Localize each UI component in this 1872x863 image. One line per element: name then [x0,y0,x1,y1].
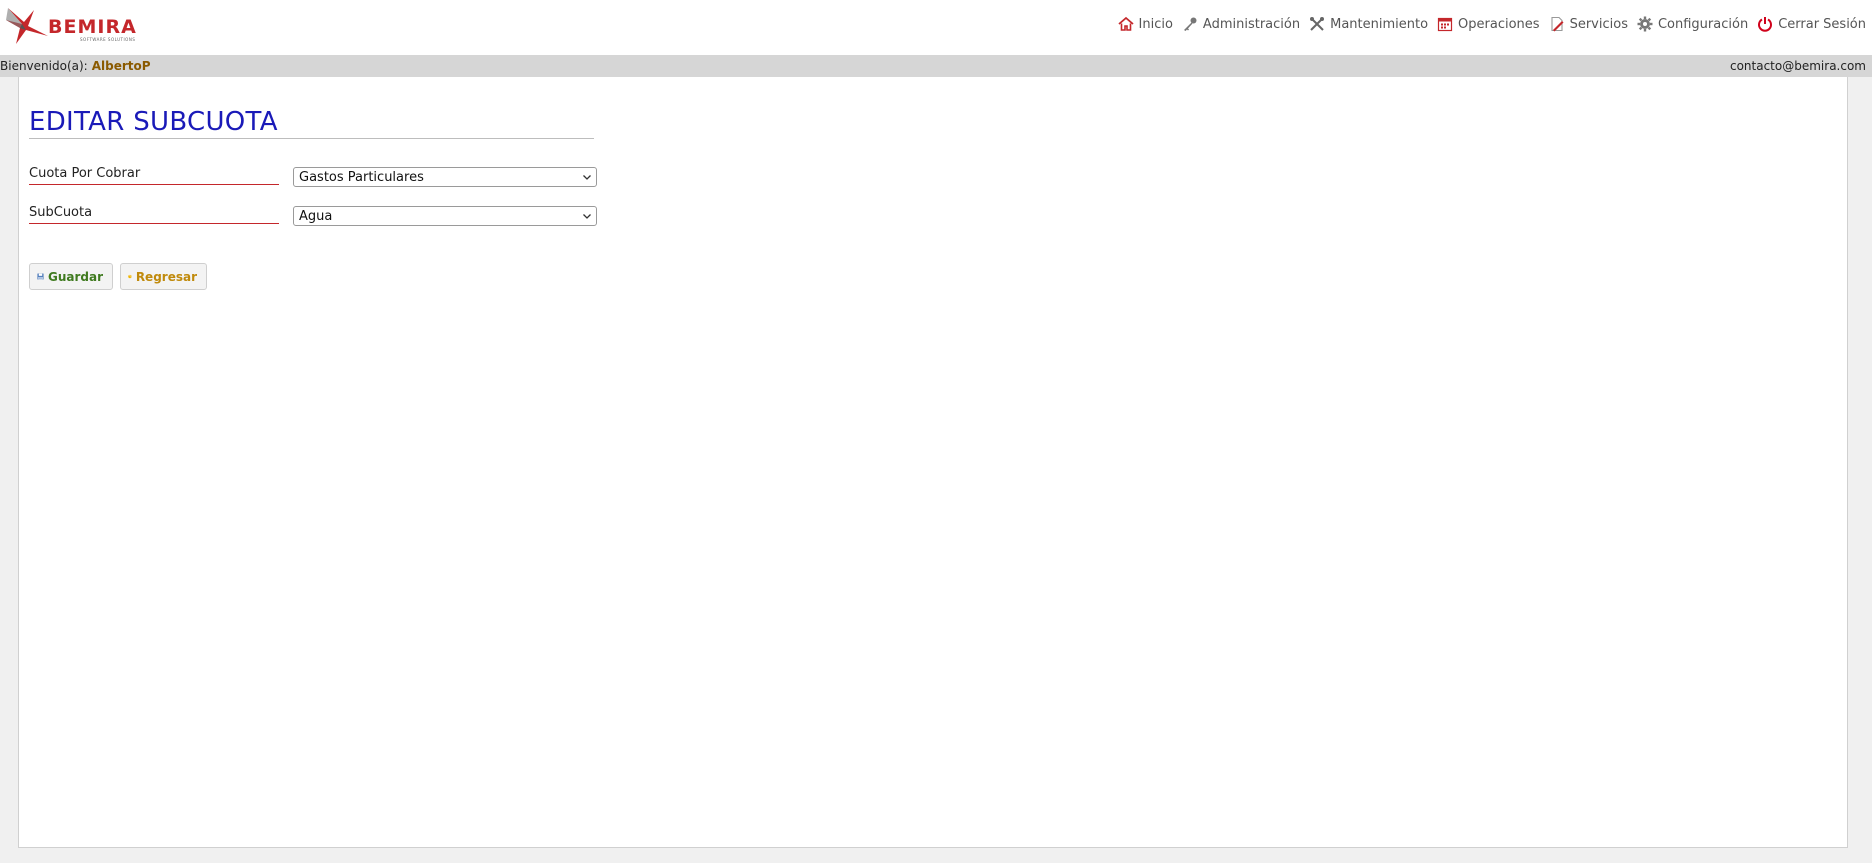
bemira-logo[interactable]: BEMIRA SOFTWARE SOLUTIONS [4,6,136,46]
gear-icon [1637,16,1653,32]
power-icon [1758,17,1773,32]
chevron-down-icon [583,175,591,180]
nav-item-cerrar-sesion[interactable]: Cerrar Sesión [1757,16,1866,32]
welcome-prefix: Bienvenido(a): [0,59,88,73]
save-button-label: Guardar [47,269,103,284]
nav-item-servicios[interactable]: Servicios [1549,16,1628,32]
nav-label-cerrar-sesion: Cerrar Sesión [1778,16,1866,32]
back-button-label: Regresar [135,269,197,284]
nav-item-mantenimiento[interactable]: Mantenimiento [1309,16,1428,32]
chevron-down-icon [583,214,591,219]
form-row-subcuota: SubCuota Agua [29,205,609,229]
nav-item-operaciones[interactable]: Operaciones [1437,16,1540,32]
subcuota-select[interactable]: Agua [293,206,597,226]
key-icon [1183,17,1197,31]
main-content: EDITAR SUBCUOTA Cuota Por Cobrar Gastos … [18,77,1848,848]
welcome-username: AlbertoP [91,59,151,73]
back-arrow-icon [128,274,132,279]
top-bar: BEMIRA SOFTWARE SOLUTIONS Inicio Adminis… [0,0,1872,55]
nav-label-operaciones: Operaciones [1458,16,1540,32]
cuota-select[interactable]: Gastos Particulares [293,167,597,187]
nav-item-inicio[interactable]: Inicio [1117,16,1173,32]
contact-email: contacto@bemira.com [1729,59,1866,73]
save-button[interactable]: Guardar [29,263,113,290]
welcome-text: Bienvenido(a): AlbertoP [0,55,151,77]
form-row-cuota: Cuota Por Cobrar Gastos Particulares [29,166,609,190]
nav-item-administracion[interactable]: Administración [1182,16,1300,32]
nav-label-servicios: Servicios [1569,16,1628,32]
nav-label-configuracion: Configuración [1657,16,1749,32]
subcuota-label: SubCuota [29,205,279,224]
document-edit-icon [1551,16,1564,32]
nav-label-mantenimiento: Mantenimiento [1330,16,1429,32]
cuota-select-value: Gastos Particulares [299,170,424,185]
cuota-label: Cuota Por Cobrar [29,166,279,185]
nav-label-administracion: Administración [1202,16,1301,32]
brand-tagline: SOFTWARE SOLUTIONS [80,37,136,42]
subcuota-select-value: Agua [299,209,333,224]
page-title: EDITAR SUBCUOTA [29,107,594,139]
brand-name: BEMIRA [48,16,137,38]
nav-label-inicio: Inicio [1138,16,1173,32]
main-nav: Inicio Administración Mantenimiento Oper… [1109,14,1866,34]
back-button[interactable]: Regresar [120,263,207,290]
welcome-bar: Bienvenido(a): AlbertoP contacto@bemira.c… [0,55,1872,77]
home-icon [1117,16,1134,31]
bemira-star-icon [6,8,48,44]
calendar-icon [1437,17,1453,32]
floppy-disk-icon [37,273,44,280]
tools-icon [1310,17,1325,31]
nav-item-configuracion[interactable]: Configuración [1637,16,1748,32]
